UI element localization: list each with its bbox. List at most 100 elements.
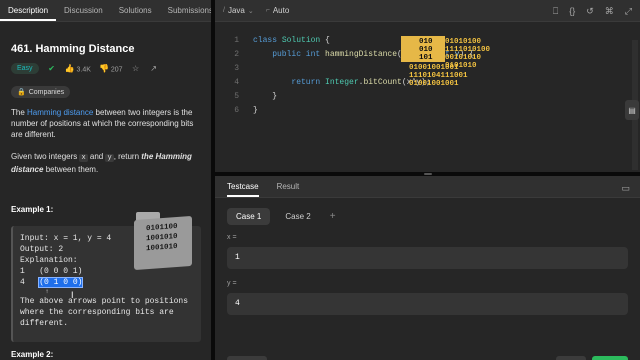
arrow-line: ↑ [20, 288, 49, 295]
description-panel: Description Discussion Solutions Submiss… [0, 0, 211, 360]
overlay-digits: 01001001001 [409, 80, 459, 88]
braces-icon[interactable]: {} [569, 6, 575, 17]
language-label: Java [227, 6, 245, 15]
sel-bits: 0 1 0 0 [44, 278, 78, 287]
code-token: return [253, 78, 326, 87]
reset-icon[interactable]: ↺ [586, 6, 594, 17]
tab-submissions[interactable]: Submissions [160, 6, 211, 21]
p2-text-b: and [87, 152, 106, 161]
companies-tag[interactable]: 🔒 Companies [11, 86, 71, 98]
line-number: 3 [234, 64, 239, 73]
overlay-row: 010 [419, 46, 433, 54]
console-button[interactable] [227, 356, 267, 360]
tab-description[interactable]: Description [0, 6, 57, 21]
binary-sticker-overlay: 010 010 101 01010100 1111010100 00101010… [401, 36, 493, 88]
x-input[interactable]: 1 [227, 247, 628, 269]
tab-discussion[interactable]: Discussion [56, 6, 111, 21]
lock-icon: 🔒 [17, 89, 26, 96]
like-button[interactable]: 👍 3.4K [65, 64, 91, 74]
overlay-row: 101 [419, 54, 433, 62]
y-input[interactable]: 4 [227, 293, 628, 315]
tab-result[interactable]: Result [277, 182, 300, 191]
language-icon: / [223, 7, 225, 14]
star-icon[interactable]: ☆ [131, 64, 141, 74]
description-paragraph-1: The Hamming distance between two integer… [11, 107, 203, 140]
auto-mode-toggle[interactable]: ⌐ Auto [266, 6, 290, 15]
chevron-down-icon: ⌄ [247, 7, 254, 15]
add-case-button[interactable]: + [330, 211, 336, 222]
code-token: Integer [325, 78, 359, 87]
code-token: public int [253, 50, 326, 59]
overlay-digits: 00101010 [445, 54, 482, 62]
example-2-title: Example 2: [11, 350, 54, 359]
selected-text-highlight[interactable]: (0 1 0 0) [38, 277, 84, 288]
thumbs-down-icon: 👎 [98, 64, 109, 73]
code-editor-panel: / Java ⌄ ⌐ Auto ⎕ {} ↺ ⌘ ⤢ 1 class Soluti… [215, 0, 640, 172]
p2-text-d: between them. [43, 165, 99, 174]
case-tabs: Case 1 Case 2 + [227, 208, 336, 225]
testcase-tabs: Testcase Result [215, 176, 640, 198]
example-line-selected: 4 (0 1 0 0) [20, 277, 194, 288]
code-token: bitCount [363, 78, 402, 87]
bookmark-icon[interactable]: ⎕ [553, 6, 558, 17]
overlay-digits: 1110104111001 [409, 72, 468, 80]
code-line[interactable]: 5 } [225, 90, 474, 104]
p2-text-a: Given two integers [11, 152, 80, 161]
code-token: class [253, 36, 282, 45]
fullscreen-icon[interactable]: ⤢ [625, 6, 632, 17]
line-number: 6 [234, 106, 239, 115]
overlay-digits: 1111010100 [445, 46, 491, 54]
code-token: } [253, 106, 258, 115]
p1-prefix: The [11, 108, 28, 117]
example-1-title: Example 1: [11, 205, 54, 214]
overlay-row: 010 [419, 38, 433, 46]
yellow-binary-block: 010 010 101 [401, 36, 445, 62]
hamming-distance-link[interactable]: Hamming distance [27, 108, 93, 117]
testcase-panel: Testcase Result ▭ Case 1 Case 2 + x = 1 … [215, 176, 640, 360]
lock-icon: ⌐ [265, 7, 270, 14]
line-number: 2 [234, 50, 239, 59]
language-select[interactable]: / Java ⌄ [223, 6, 254, 15]
vertical-resize-handle[interactable] [424, 173, 432, 175]
mouse-cursor-icon: I [71, 290, 74, 300]
like-count: 3.4K [76, 66, 91, 73]
case-1-tab[interactable]: Case 1 [227, 208, 271, 225]
submit-button[interactable] [592, 356, 628, 360]
dislike-count: 207 [110, 66, 123, 73]
editor-actions: ⎕ {} ↺ ⌘ ⤢ [553, 6, 632, 17]
notes-icon[interactable]: ▤ [625, 100, 639, 120]
case-2-tab[interactable]: Case 2 [276, 208, 319, 225]
panel-layout-icon[interactable]: ▭ [621, 183, 630, 194]
code-token: { [320, 36, 330, 45]
example-line: different. [20, 319, 69, 328]
example-line-prefix: 4 [20, 278, 40, 287]
code-token: Solution [281, 36, 321, 45]
example-line: The above arrows point to positions [20, 297, 189, 306]
description-paragraph-2: Given two integers x and y, return the H… [11, 151, 203, 175]
tab-solutions[interactable]: Solutions [111, 6, 160, 21]
inline-code-y: y [105, 154, 114, 162]
line-number: 4 [234, 78, 239, 87]
tab-testcase[interactable]: Testcase [227, 182, 259, 197]
shortcut-icon[interactable]: ⌘ [605, 6, 614, 17]
binary-folder-icon: 0101100 1001010 1001010 [134, 212, 192, 271]
code-token: } [253, 92, 278, 101]
overlay-digits: 01001001001 [409, 64, 459, 72]
difficulty-badge: Easy [11, 63, 39, 74]
x-label: x = [227, 234, 237, 241]
overlay-digits: 01010100 [445, 38, 482, 46]
mode-label: Auto [272, 6, 290, 15]
action-bar [227, 356, 628, 360]
run-button[interactable] [556, 356, 586, 360]
solved-check-icon: ✔ [48, 64, 55, 73]
code-line[interactable]: 6} [225, 104, 474, 118]
binary-row: 1001010 [146, 242, 178, 254]
example-line: where the corresponding bits are [20, 308, 174, 317]
description-tabs: Description Discussion Solutions Submiss… [0, 0, 211, 22]
share-icon[interactable]: ↗ [149, 64, 159, 74]
p2-text-c: , return [113, 152, 142, 161]
dislike-button[interactable]: 👎 207 [99, 64, 123, 74]
folder-body: 0101100 1001010 1001010 [134, 215, 192, 271]
y-label: y = [227, 280, 237, 287]
sel-close-paren: ) [77, 278, 83, 287]
